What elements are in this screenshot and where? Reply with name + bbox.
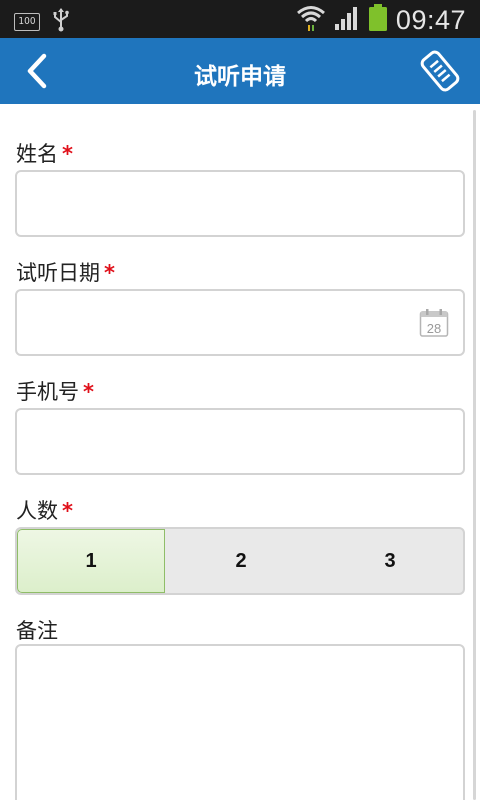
scrollbar[interactable] [473, 110, 476, 800]
action-bar: 试听申请 [0, 38, 480, 104]
required-mark: * [104, 261, 115, 285]
phone-input[interactable] [15, 408, 465, 475]
required-mark: * [62, 499, 73, 523]
page-title: 试听申请 [194, 64, 286, 90]
count-segmented-control: 1 2 3 [15, 527, 465, 595]
count-label-text: 人数 [16, 499, 58, 523]
date-label: 试听日期 * [16, 257, 115, 287]
calendar-icon[interactable]: 28 [419, 308, 449, 338]
application-form: 姓名 * 试听日期 * 28 手机号 * 人数 * 1 2 3 备注 [0, 104, 480, 800]
phone-handset-icon [420, 50, 460, 92]
count-label: 人数 * [16, 495, 73, 525]
remarks-textarea[interactable] [15, 644, 465, 800]
count-option-3[interactable]: 3 [316, 529, 463, 593]
phone-label: 手机号 * [16, 376, 94, 406]
status-left: 100 [14, 8, 70, 36]
count-option-1[interactable]: 1 [17, 529, 165, 593]
required-mark: * [83, 380, 94, 404]
date-input[interactable]: 28 [15, 289, 465, 356]
required-mark: * [62, 142, 73, 166]
status-clock: 09:47 [395, 4, 466, 35]
phone-label-text: 手机号 [16, 380, 79, 404]
battery-icon [368, 4, 388, 36]
count-option-2[interactable]: 2 [167, 529, 315, 593]
usb-icon [52, 8, 70, 36]
battery-percent-chip: 100 [14, 13, 40, 31]
name-label-text: 姓名 [16, 142, 58, 166]
calendar-day-number: 28 [427, 321, 441, 336]
name-label: 姓名 * [16, 138, 73, 168]
remarks-label: 备注 [16, 615, 58, 645]
wifi-icon [296, 4, 326, 36]
remarks-label-text: 备注 [16, 619, 58, 643]
name-input[interactable] [15, 170, 465, 237]
phone-call-button[interactable] [420, 50, 460, 92]
signal-icon [334, 5, 360, 35]
date-label-text: 试听日期 [16, 261, 100, 285]
status-bar: 100 09:47 [0, 0, 480, 38]
status-right: 09:47 [296, 4, 466, 36]
